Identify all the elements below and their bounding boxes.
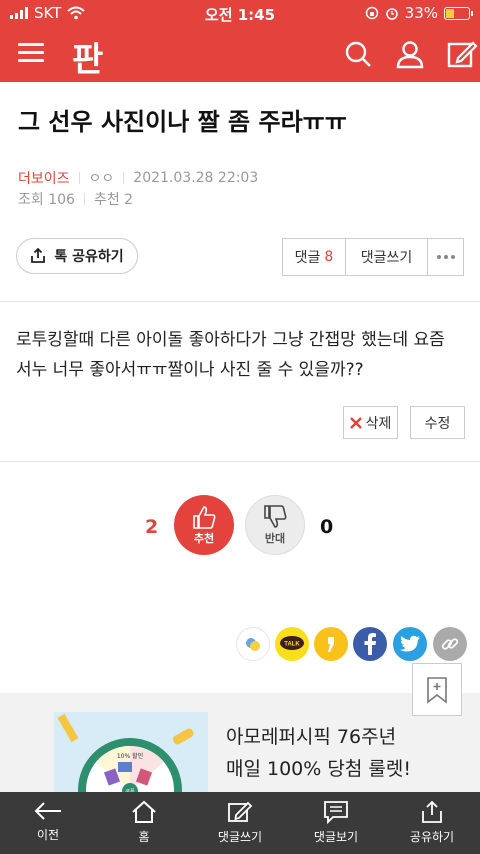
battery-icon [444,6,473,20]
bookmark-button[interactable] [412,663,462,716]
nav-view-comments[interactable]: 댓글보기 [288,792,384,854]
kakaotalk-button[interactable]: TALK [275,627,309,661]
ad-banner[interactable]: 10% 할인 쿠폰 아모레퍼시픽 76주년 매일 100% 당첨 룰렛! [0,693,480,793]
post-body: 로투킹할때 다른 아이돌 좋아하다가 그냥 간잽망 했는데 요즘 서누 너무 좋… [16,325,466,385]
post-views: 조회 106 [18,192,75,208]
delete-label: 삭제 [365,415,392,432]
lock-rotation-icon [365,6,378,20]
nav-back-label: 이전 [36,828,60,842]
post-recommends: 추천 2 [93,192,134,208]
wheel-label: 10% 할인 [117,752,143,760]
nav-share[interactable]: 공유하기 [384,792,480,854]
facebook-button[interactable] [353,627,387,661]
post-author[interactable]: 더보이즈 [18,168,70,188]
share-button-label: 톡 공유하기 [54,249,124,265]
post-title: 그 선우 사진이나 짤 좀 주라ㅠㅠ [18,108,347,136]
kakao-share-button[interactable]: 톡 공유하기 [16,238,138,274]
comments-button[interactable]: 댓글 8 [283,239,346,275]
ad-text[interactable]: 아모레퍼시픽 76주년 매일 100% 당첨 룰렛! [226,721,411,785]
downvote-label: 반대 [264,532,286,545]
link-icon [441,638,459,650]
logo[interactable]: 판 [72,32,103,81]
write-comment-button[interactable]: 댓글쓰기 [346,239,428,275]
kakaotalk-icon: TALK [280,636,304,650]
share-icon [422,800,442,823]
post-body-line: 서누 너무 좋아서ㅠㅠ짤이나 사진 줄 수 있을까?? [16,360,364,380]
twitter-button[interactable] [393,627,427,661]
nav-view-comments-label: 댓글보기 [313,830,359,844]
bottom-nav: 이전 홈 댓글쓰기 댓글보기 공유하기 [0,792,480,854]
ad-image[interactable]: 10% 할인 쿠폰 [54,712,208,793]
nav-write-comment[interactable]: 댓글쓰기 [192,792,288,854]
comment-button-group: 댓글 8 댓글쓰기 [282,238,464,276]
twitter-icon [400,635,420,652]
upvote-label: 추천 [193,532,215,545]
search-icon[interactable] [342,38,374,70]
kakaotalk-logo-text: TALK [284,642,300,648]
downvote-button[interactable]: 반대 [245,495,305,555]
top-nav: 판 [0,30,480,81]
ad-headline: 아모레퍼시픽 76주년 [226,726,397,748]
ad-subline: 매일 100% 당첨 룰렛! [226,758,411,780]
user-icon[interactable] [394,38,426,70]
close-icon [349,416,362,429]
nav-share-label: 공유하기 [409,830,455,844]
write-icon[interactable] [446,38,478,70]
write-comment-icon [228,801,253,822]
delete-button[interactable]: 삭제 [343,406,398,439]
nav-home-label: 홈 [138,830,150,844]
menu-icon[interactable] [18,42,44,64]
status-bar: SKT 오전 1:45 33% [0,0,480,26]
home-icon [132,800,156,823]
comments-label: 댓글 [294,250,321,266]
downvote-count: 0 [320,516,334,538]
nav-write-comment-label: 댓글쓰기 [217,830,263,844]
kakaostory-button[interactable] [236,627,270,661]
kakaostory-icon [246,638,260,651]
comments-count: 8 [324,249,334,265]
divider [0,461,480,462]
alarm-icon [385,8,398,20]
post-meta: 더보이즈 ㅇㅇ 2021.03.28 22:03 [18,168,258,188]
more-dots-icon [436,255,455,259]
edit-button[interactable]: 수정 [410,406,465,439]
app-header: SKT 오전 1:45 33% 판 [0,0,480,82]
upvote-button[interactable]: 추천 [174,495,234,555]
post-author-sub: ㅇㅇ [88,171,115,187]
battery-percent: 33% [404,4,438,22]
roulette-wheel-image: 10% 할인 쿠폰 [54,712,208,793]
copy-link-button[interactable] [433,627,467,661]
kakao-quote-icon [328,637,334,652]
nav-home[interactable]: 홈 [96,792,192,854]
post-body-line: 로투킹할때 다른 아이돌 좋아하다가 그냥 간잽망 했는데 요즘 [16,330,445,350]
nav-back[interactable]: 이전 [0,792,96,854]
share-icon [31,248,46,263]
upvote-count: 2 [145,516,159,538]
thumbs-down-icon [264,505,287,528]
facebook-icon [364,633,376,655]
bookmark-icon [427,676,447,704]
thumbs-up-icon [193,506,216,529]
more-button[interactable] [428,239,463,275]
post-date: 2021.03.28 22:03 [133,170,259,186]
divider [0,301,480,302]
back-arrow-icon [34,802,61,820]
post-stats: 조회 106 추천 2 [18,189,133,209]
kakao-quote-button[interactable] [314,627,348,661]
view-comments-icon [324,801,348,824]
